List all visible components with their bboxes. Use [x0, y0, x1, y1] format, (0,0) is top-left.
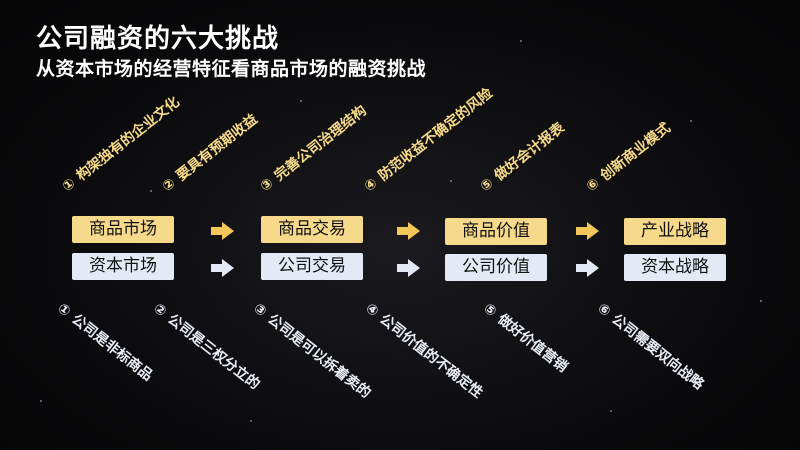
column-4-white-box: 资本战略	[624, 254, 726, 281]
feature-text: 公司价值的不确定性	[376, 311, 486, 402]
challenge-text: 要具有预期收益	[173, 111, 261, 185]
feature-number: ①	[54, 300, 74, 321]
challenge-number: ④	[361, 175, 381, 196]
column-2-gold-box: 商品交易	[261, 216, 363, 243]
challenge-number: ③	[257, 175, 277, 196]
feature-number: ③	[250, 300, 270, 321]
challenge-text: 创新商业模式	[597, 119, 674, 185]
challenge-label-3: ③完善公司治理结构	[256, 100, 371, 196]
challenge-number: ⑤	[477, 175, 497, 196]
challenge-number: ⑥	[583, 175, 603, 196]
challenge-text: 完善公司治理结构	[271, 102, 370, 185]
page-subtitle: 从资本市场的经营特征看商品市场的融资挑战	[36, 58, 427, 80]
feature-number: ⑤	[480, 300, 500, 321]
feature-text: 公司需要双向战略	[608, 311, 707, 393]
challenge-number: ②	[159, 175, 179, 196]
feature-number: ②	[150, 300, 170, 321]
feature-label-6: ⑥公司需要双向战略	[594, 298, 709, 394]
feature-text: 公司是非标商品	[68, 311, 156, 385]
column-4-gold-box: 产业战略	[624, 218, 726, 245]
challenge-label-5: ⑤做好会计报表	[476, 118, 569, 196]
feature-label-3: ③公司是可以拆着卖的	[250, 298, 376, 402]
column-3-gold-box: 商品价值	[445, 218, 547, 245]
challenge-text: 防范收益不确定的风险	[375, 85, 496, 185]
challenge-label-6: ⑥创新商业模式	[582, 118, 675, 196]
challenge-text: 做好会计报表	[491, 119, 568, 185]
feature-number: ⑥	[594, 300, 614, 321]
feature-number: ④	[362, 300, 382, 321]
feature-text: 公司是可以拆着卖的	[264, 311, 374, 402]
feature-label-5: ⑤做好价值营销	[480, 298, 573, 376]
page-title: 公司融资的六大挑战	[36, 24, 280, 54]
feature-label-4: ④公司价值的不确定性	[362, 298, 488, 402]
column-1-gold-box: 商品市场	[72, 216, 174, 243]
column-2-white-box: 公司交易	[261, 253, 363, 280]
column-1-white-box: 资本市场	[72, 253, 174, 280]
feature-label-2: ②公司是三权分立的	[150, 298, 265, 394]
challenge-number: ①	[59, 175, 79, 196]
challenge-text: 构架独有的企业文化	[73, 94, 183, 185]
column-3-white-box: 公司价值	[445, 254, 547, 281]
feature-text: 公司是三权分立的	[164, 311, 263, 393]
feature-label-1: ①公司是非标商品	[54, 298, 158, 385]
feature-text: 做好价值营销	[494, 311, 571, 376]
challenge-label-2: ②要具有预期收益	[158, 109, 262, 196]
